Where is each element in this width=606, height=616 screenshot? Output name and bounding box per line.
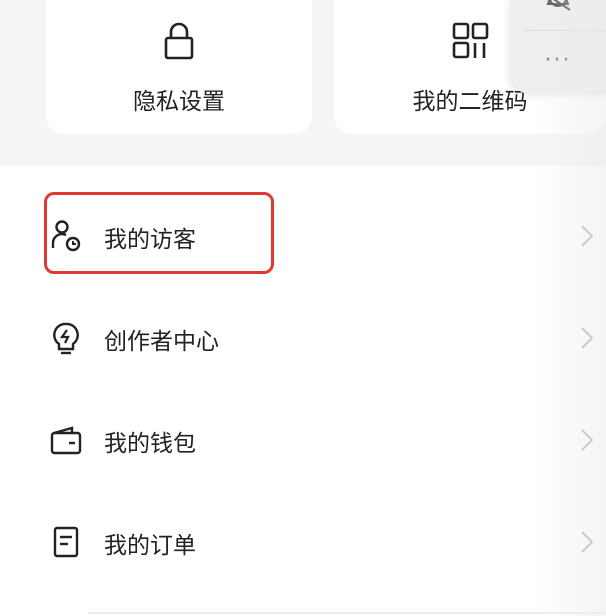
floating-action-panel: ··· <box>510 0 606 94</box>
visitor-icon <box>51 220 81 252</box>
bottom-divider <box>88 612 606 614</box>
menu-item-label: 创作者中心 <box>104 329 219 355</box>
menu-item-orders[interactable]: 我的订单 <box>0 512 606 572</box>
menu-item-visitors[interactable]: 我的访客 <box>0 206 606 266</box>
qr-code-icon <box>452 22 489 59</box>
menu-item-label: 我的访客 <box>104 227 196 253</box>
panel-divider <box>524 30 606 31</box>
creator-bulb-icon <box>53 322 79 355</box>
bell-icon[interactable] <box>544 0 572 14</box>
chevron-right-icon <box>581 429 594 451</box>
menu-item-label: 我的钱包 <box>104 431 196 457</box>
privacy-settings-label: 隐私设置 <box>133 89 225 115</box>
chevron-right-icon <box>581 327 594 349</box>
order-icon <box>53 526 79 558</box>
menu-item-creator-center[interactable]: 创作者中心 <box>0 308 606 368</box>
privacy-settings-card[interactable]: 隐私设置 <box>46 0 312 134</box>
chevron-right-icon <box>581 531 594 553</box>
menu-item-wallet[interactable]: 我的钱包 <box>0 410 606 470</box>
wallet-icon <box>50 426 82 455</box>
lock-icon <box>164 22 194 60</box>
chevron-right-icon <box>581 225 594 247</box>
menu-item-label: 我的订单 <box>104 533 196 559</box>
more-options-button[interactable]: ··· <box>510 48 606 73</box>
